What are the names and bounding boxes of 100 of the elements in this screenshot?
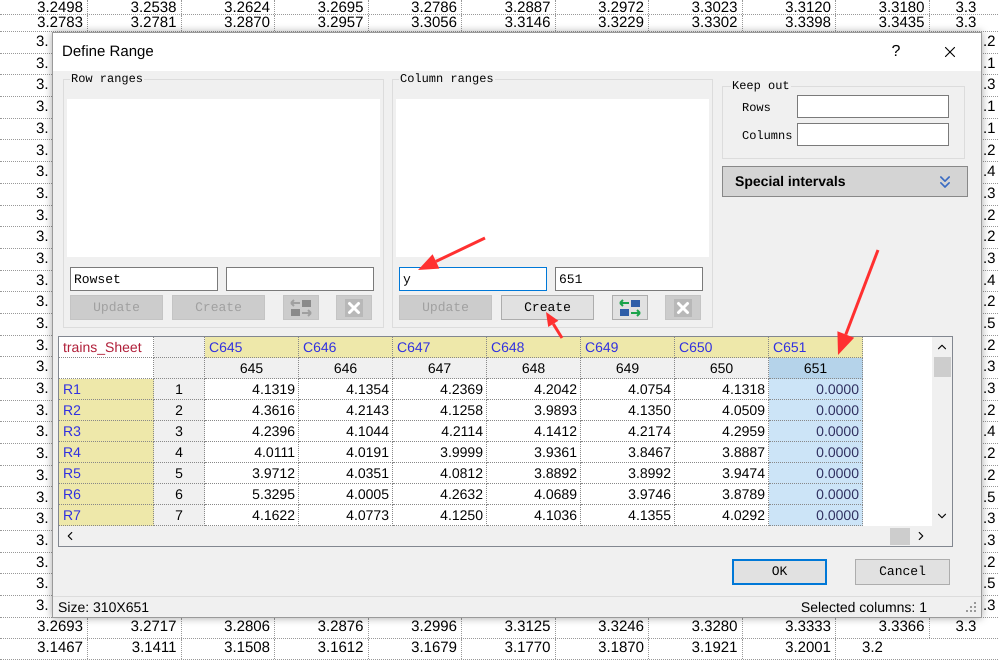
table-cell: 0.0000 [769,421,863,442]
sheet-cell: .2 [983,445,996,462]
row-name-cell[interactable]: R6 [59,484,154,505]
column-number[interactable]: 646 [299,358,393,379]
column-header[interactable]: C645 [205,337,299,358]
column-number[interactable]: 647 [393,358,487,379]
sheet-cell: .2 [983,228,996,246]
sheet-cell: .2 [983,466,996,484]
table-cell: 4.1036 [487,505,581,526]
table-cell: 0.0000 [769,463,863,484]
table-cell: 4.1350 [581,400,675,421]
field-label: Columns [742,129,792,143]
table-cell: 3.8892 [487,463,581,484]
close-icon [345,298,363,316]
arrow-drawing [418,236,486,270]
sheet-cell: 3.1612 [275,638,368,659]
table-cell: 4.2396 [205,421,299,442]
sheet-cell: 3.3398 [742,15,836,31]
column-number[interactable]: 648 [487,358,581,379]
text-field[interactable] [226,267,374,291]
sheet-cell: 3.3023 [649,0,742,14]
column-number[interactable]: 651 [769,358,863,379]
swap-button[interactable] [612,295,648,320]
help-button[interactable]: ? [881,37,911,67]
sheet-cell: 3. [36,163,49,180]
text-field[interactable]: Rowset [70,267,218,291]
sheet-cell: 3.1770 [462,638,556,659]
sheet-cell: 3.3 [956,14,976,31]
column-number[interactable]: 649 [581,358,675,379]
column-header[interactable]: C650 [675,337,769,358]
table-cell: 4.0689 [487,484,581,505]
field-label: Rows [742,101,771,115]
range-list[interactable] [396,99,709,257]
column-header[interactable]: C647 [393,337,487,358]
sheet-cell: 3. [36,54,49,72]
sheet-cell: 3.3 [956,618,976,636]
sheet-cell: 3. [36,466,49,484]
dialog-button[interactable]: Cancel [855,559,950,585]
sheet-cell: 3. [36,98,49,116]
sheet-cell: 3. [36,488,49,506]
sheet-name-cell: trains_Sheet [59,337,154,358]
row-name-cell[interactable]: R2 [59,400,154,421]
sheet-cell: 3. [36,336,49,354]
sheet-cell: .2 [983,554,996,571]
table-cell: 4.0005 [299,484,393,505]
sheet-cell: 3.3146 [462,15,556,31]
sheet-cell: 3.2783 [0,15,88,31]
sheet-cell: 3.3120 [742,0,836,14]
column-header[interactable]: C649 [581,337,675,358]
sheet-cell: .2 [983,33,996,50]
table-cell: 0.0000 [769,379,863,400]
sheet-cell: 3. [36,358,49,376]
row-name-cell[interactable]: R1 [59,379,154,400]
column-number[interactable]: 650 [675,358,769,379]
row-name-cell[interactable]: R4 [59,442,154,463]
sheet-cell: .5 [983,488,996,506]
special-intervals-bar[interactable]: Special intervals [722,166,968,197]
column-number[interactable]: 645 [205,358,299,379]
sheet-cell: 3. [36,250,49,267]
scroll-thumb[interactable] [890,528,910,544]
sheet-cell: 3.1411 [88,638,182,659]
row-name-cell[interactable]: R3 [59,421,154,442]
sheet-cell: 3. [36,445,49,462]
sheet-cell: .5 [983,575,996,592]
table-cell: 4.2042 [487,379,581,400]
text-field[interactable]: y [399,267,547,291]
sheet-cell: 3. [36,228,49,246]
sheet-cell: 3.1508 [182,638,275,659]
table-cell: 4.1319 [205,379,299,400]
column-header[interactable]: C651 [769,337,863,358]
table-cell: 4.2114 [393,421,487,442]
sheet-cell: 3.3056 [368,15,462,31]
table-cell: 4.2369 [393,379,487,400]
column-header[interactable]: C646 [299,337,393,358]
table-cell: 4.2632 [393,484,487,505]
row-name-cell[interactable]: R7 [59,505,154,526]
table-cell: 4.2959 [675,421,769,442]
table-cell: 3.8467 [581,442,675,463]
text-field[interactable] [797,95,949,118]
table-cell: 3.9361 [487,442,581,463]
text-field[interactable] [797,123,949,146]
row-name-cell[interactable]: R5 [59,463,154,484]
dialog-button[interactable]: OK [732,559,827,585]
table-cell: 4.0111 [205,442,299,463]
table-cell: 3.9712 [205,463,299,484]
column-header[interactable]: C648 [487,337,581,358]
sheet-cell: 3.2 [862,639,883,656]
group-title: Row ranges [70,72,144,86]
sheet-cell: 3. [36,293,49,310]
table-cell: 3.9893 [487,400,581,421]
scroll-thumb[interactable] [934,357,950,377]
table-cell: 4.1412 [487,421,581,442]
action-button[interactable]: Create [501,295,594,320]
sheet-cell: .3 [983,596,996,614]
sheet-cell: .3 [983,184,996,202]
sheet-cell: 3. [36,272,49,289]
sheet-cell: 3. [36,184,49,202]
table-cell: 0.0000 [769,442,863,463]
text-field[interactable]: 651 [555,267,703,291]
sheet-cell: 3.1467 [0,638,88,659]
